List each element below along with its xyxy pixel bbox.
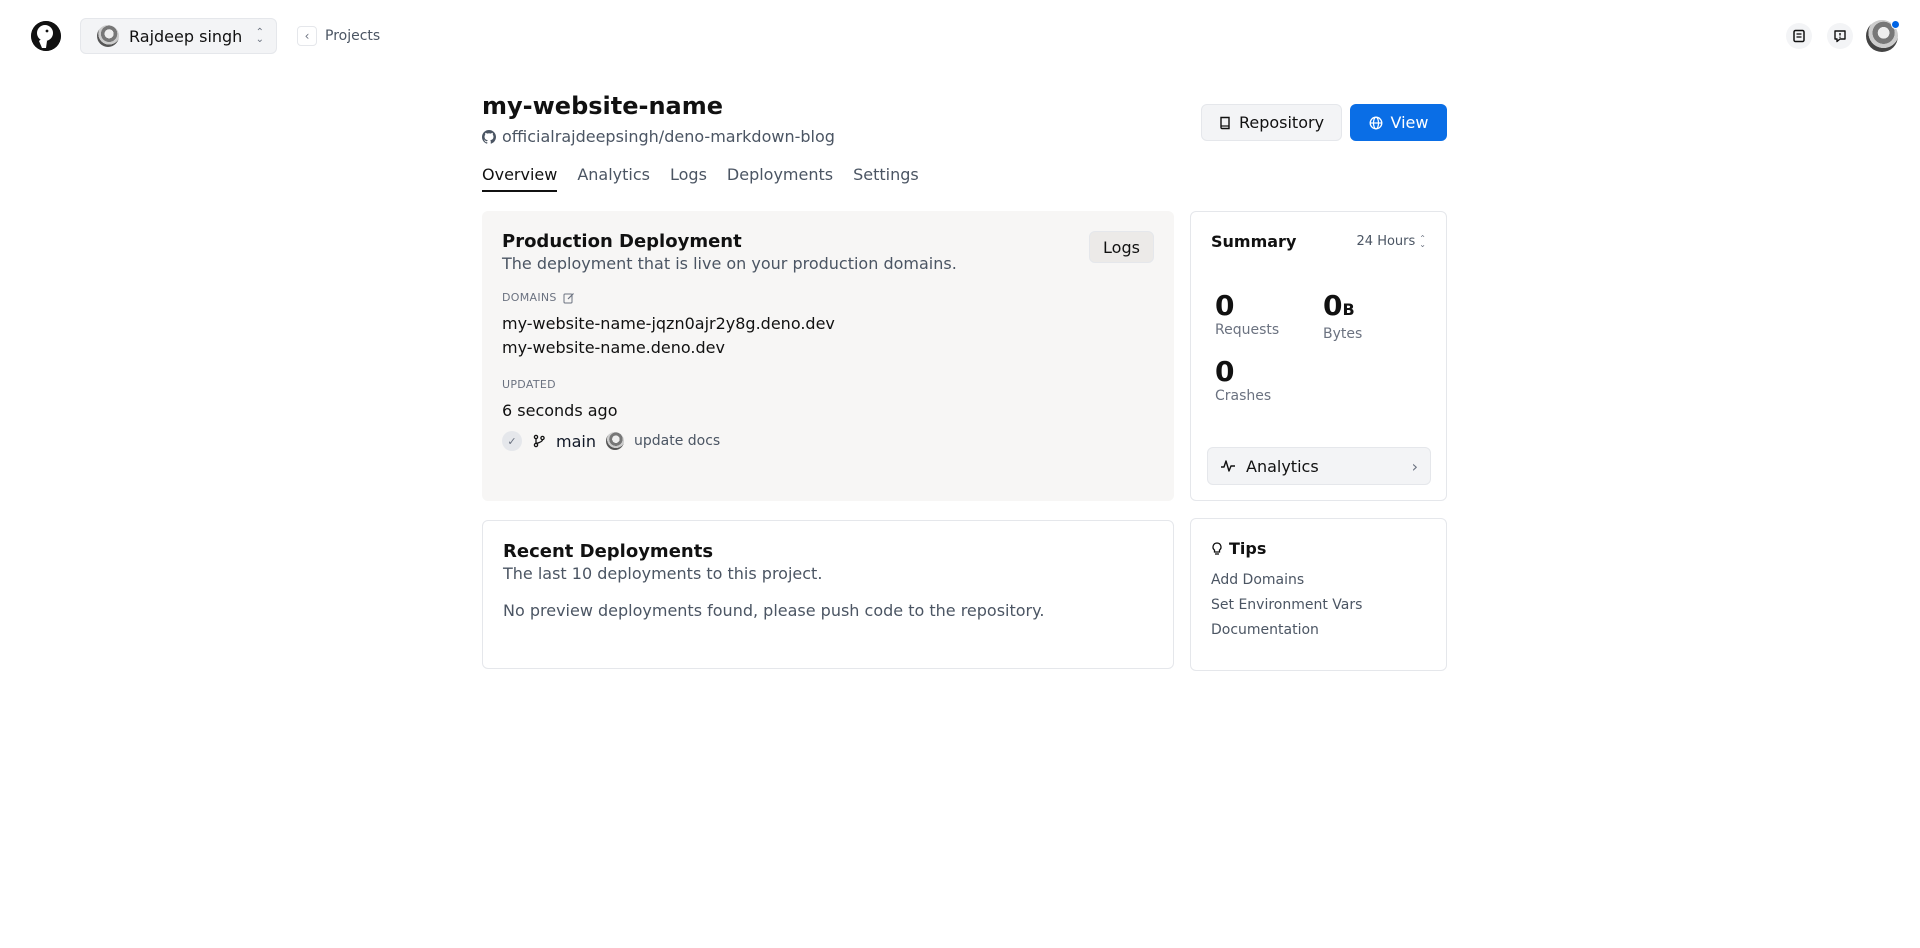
domains-label: DOMAINS <box>502 291 557 304</box>
recent-deployments-card: Recent Deployments The last 10 deploymen… <box>482 520 1174 669</box>
commit-message[interactable]: update docs <box>634 433 720 449</box>
avatar <box>605 432 624 450</box>
git-branch-icon <box>533 434 545 448</box>
org-switcher[interactable]: Rajdeep singh ⌃ ⌄ <box>80 18 277 54</box>
view-button[interactable]: View <box>1350 104 1447 141</box>
chevron-left-icon: ‹ <box>297 26 317 46</box>
crashes-stat: 0 Crashes <box>1215 355 1323 405</box>
deno-logo-icon[interactable] <box>31 21 61 51</box>
repository-label: Repository <box>1238 113 1325 132</box>
back-label: Projects <box>325 28 381 44</box>
requests-stat: 0 Requests <box>1215 290 1323 342</box>
tip-documentation[interactable]: Documentation <box>1211 622 1426 638</box>
feedback-icon[interactable] <box>1827 23 1853 49</box>
globe-icon <box>1369 116 1382 129</box>
lightbulb-icon <box>1212 541 1222 555</box>
bytes-label: Bytes <box>1323 326 1363 342</box>
production-deployment-card: Production Deployment The deployment tha… <box>482 211 1174 501</box>
github-icon <box>482 129 496 144</box>
repo-name: officialrajdeepsingh/deno-markdown-blog <box>502 127 835 146</box>
requests-label: Requests <box>1215 322 1280 338</box>
tab-analytics[interactable]: Analytics <box>577 165 650 192</box>
logs-button[interactable]: Logs <box>1089 231 1154 263</box>
domain-link[interactable]: my-website-name-jqzn0ajr2y8g.deno.dev <box>502 312 1154 336</box>
notification-dot <box>1891 20 1900 29</box>
chevron-updown-icon: ⌃ ⌄ <box>1419 233 1426 249</box>
chevron-right-icon: › <box>1411 456 1418 476</box>
tab-deployments[interactable]: Deployments <box>727 165 833 192</box>
tips-card: Tips Add Domains Set Environment Vars Do… <box>1190 518 1447 671</box>
analytics-label: Analytics <box>1246 456 1319 476</box>
bytes-stat: 0B Bytes <box>1323 289 1431 343</box>
analytics-button[interactable]: Analytics › <box>1207 447 1431 485</box>
repo-link[interactable]: officialrajdeepsingh/deno-markdown-blog <box>482 127 835 146</box>
bytes-value: 0 <box>1323 289 1343 322</box>
back-to-projects-link[interactable]: ‹ Projects <box>297 26 380 46</box>
production-title: Production Deployment <box>502 231 742 252</box>
commit-info: ✓ main update docs <box>502 431 1154 451</box>
tip-env-vars[interactable]: Set Environment Vars <box>1211 597 1426 613</box>
summary-title: Summary <box>1211 232 1297 251</box>
view-label: View <box>1390 113 1429 132</box>
bytes-unit: B <box>1342 300 1355 319</box>
crashes-value: 0 <box>1215 355 1235 388</box>
tab-logs[interactable]: Logs <box>670 165 707 192</box>
updated-label: UPDATED <box>502 378 556 391</box>
chevron-updown-icon: ⌃ ⌄ <box>255 27 264 45</box>
updated-value: 6 seconds ago <box>502 401 618 420</box>
top-bar: Rajdeep singh ⌃ ⌄ ‹ Projects <box>0 0 1920 72</box>
edit-icon[interactable] <box>563 292 575 304</box>
recent-title: Recent Deployments <box>503 541 714 562</box>
time-range-select[interactable]: 24 Hours ⌃ ⌄ <box>1357 234 1426 249</box>
tips-title: Tips <box>1229 539 1267 558</box>
branch-name[interactable]: main <box>556 432 596 451</box>
user-avatar[interactable] <box>1866 20 1900 52</box>
avatar <box>97 25 119 47</box>
tab-settings[interactable]: Settings <box>853 165 919 192</box>
activity-icon <box>1221 460 1235 472</box>
time-range-value: 24 Hours <box>1356 234 1416 249</box>
org-name: Rajdeep singh <box>129 26 243 46</box>
recent-subtitle: The last 10 deployments to this project. <box>503 564 823 583</box>
page-title: my-website-name <box>482 92 724 120</box>
check-icon: ✓ <box>502 431 522 451</box>
requests-value: 0 <box>1215 289 1235 322</box>
domain-link[interactable]: my-website-name.deno.dev <box>502 336 1154 360</box>
repository-button[interactable]: Repository <box>1201 104 1342 141</box>
domains-heading: DOMAINS <box>502 291 1154 304</box>
tab-overview[interactable]: Overview <box>482 165 558 192</box>
tip-add-domains[interactable]: Add Domains <box>1211 572 1426 588</box>
crashes-label: Crashes <box>1215 388 1272 404</box>
docs-icon[interactable] <box>1786 23 1812 49</box>
project-tabs: Overview Analytics Logs Deployments Sett… <box>482 165 919 192</box>
production-subtitle: The deployment that is live on your prod… <box>502 254 957 273</box>
summary-card: Summary 24 Hours ⌃ ⌄ 0 Requests 0B Bytes … <box>1190 211 1447 501</box>
book-icon <box>1220 116 1230 129</box>
empty-message: No preview deployments found, please pus… <box>503 601 1045 620</box>
